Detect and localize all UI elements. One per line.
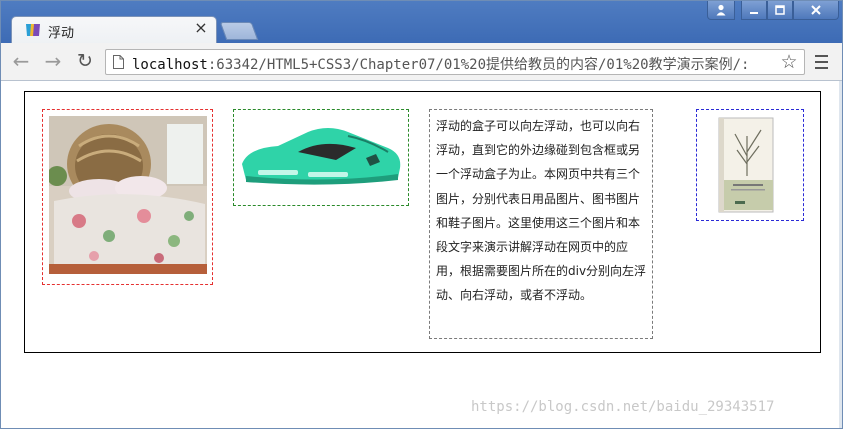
maximize-button[interactable] — [767, 1, 793, 20]
bedding-image-box — [42, 109, 213, 285]
bookmark-star-icon[interactable]: ☆ — [778, 51, 800, 73]
book-image — [718, 117, 774, 213]
page-icon — [113, 55, 124, 69]
user-icon — [716, 4, 726, 16]
address-bar[interactable]: localhost:63342/HTML5+CSS3/Chapter07/01%… — [105, 49, 805, 75]
webstorm-favicon-icon — [26, 24, 40, 36]
maximize-icon — [775, 5, 785, 15]
shoe-image-box — [233, 109, 409, 206]
close-window-button[interactable] — [793, 1, 839, 20]
chrome-menu-button[interactable] — [811, 51, 831, 71]
watermark-text: https://blog.csdn.net/baidu_29343517 — [471, 399, 775, 415]
new-tab-button[interactable] — [219, 22, 259, 40]
url-host: localhost — [132, 57, 208, 73]
float-container: 浮动的盒子可以向左浮动，也可以向右浮动，直到它的外边缘碰到包含框或另一个浮动盒子… — [24, 91, 821, 353]
reload-icon: ↻ — [77, 50, 93, 72]
url-path: :63342/HTML5+CSS3/Chapter07/01%20提供给教员的内… — [207, 57, 750, 73]
page-viewport: 浮动的盒子可以向左浮动，也可以向右浮动，直到它的外边缘碰到包含框或另一个浮动盒子… — [1, 81, 842, 428]
back-button[interactable]: ← — [9, 50, 33, 72]
forward-button[interactable]: → — [41, 50, 65, 72]
close-icon — [811, 5, 821, 15]
text-box: 浮动的盒子可以向左浮动，也可以向右浮动，直到它的外边缘碰到包含框或另一个浮动盒子… — [429, 109, 653, 339]
minimize-icon — [750, 12, 758, 14]
bedding-image — [49, 116, 207, 274]
url-text[interactable]: localhost:63342/HTML5+CSS3/Chapter07/01%… — [132, 54, 749, 74]
title-bar: 浮动 × — [1, 1, 842, 44]
browser-window: 浮动 × ← → ↻ localhost:63342/HTML5+CSS3/Ch… — [0, 0, 843, 429]
forward-arrow-icon: → — [44, 49, 62, 73]
book-image-box — [696, 109, 804, 221]
reload-button[interactable]: ↻ — [73, 50, 97, 72]
minimize-button[interactable] — [741, 1, 767, 20]
back-arrow-icon: ← — [12, 49, 30, 73]
browser-toolbar: ← → ↻ localhost:63342/HTML5+CSS3/Chapter… — [1, 43, 842, 81]
tab-active[interactable]: 浮动 × — [11, 16, 217, 44]
tab-close-icon[interactable]: × — [192, 19, 210, 37]
description-paragraph: 浮动的盒子可以向左浮动，也可以向右浮动，直到它的外边缘碰到包含框或另一个浮动盒子… — [436, 119, 647, 303]
profile-button[interactable] — [707, 1, 735, 20]
shoe-image — [242, 128, 401, 185]
tab-title: 浮动 — [48, 26, 75, 41]
